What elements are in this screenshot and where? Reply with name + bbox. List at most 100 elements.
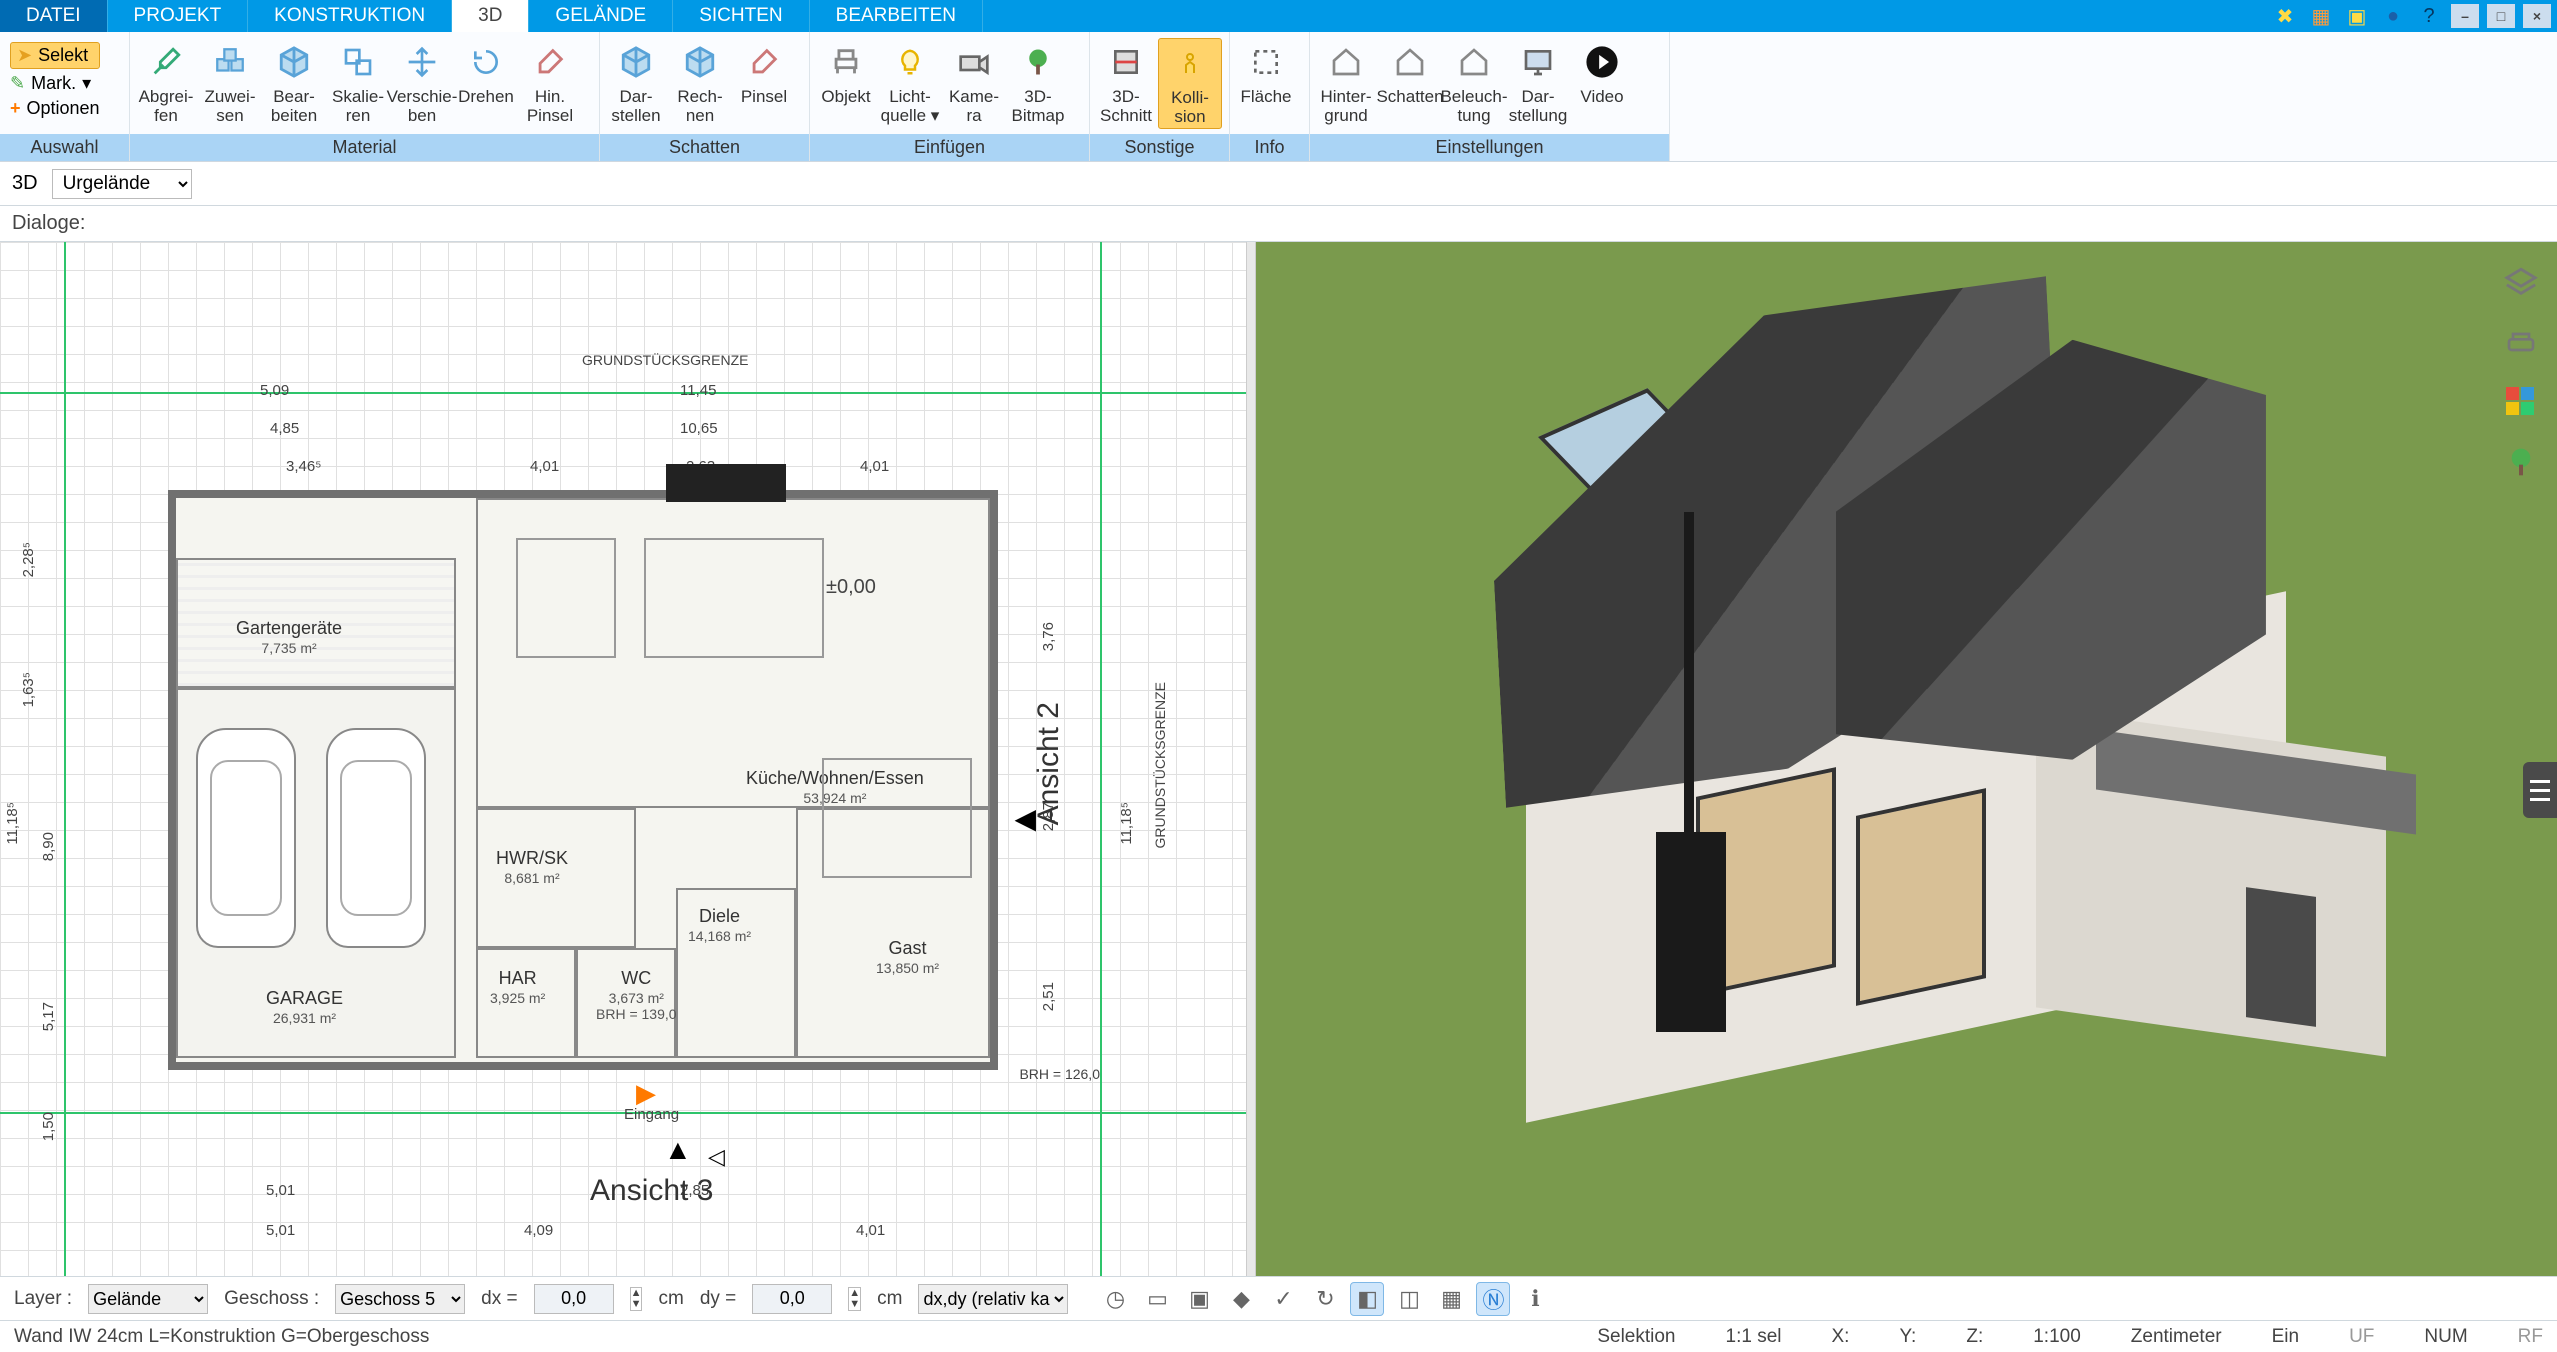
side-tools [2495, 262, 2547, 482]
solid-icon[interactable]: ◧ [1350, 1282, 1384, 1316]
unit-cm: cm [877, 1288, 902, 1310]
tools-icon[interactable]: ✖ [2271, 2, 2299, 30]
menu-datei[interactable]: DATEI [0, 0, 108, 32]
layer-select[interactable]: Urgelände [52, 169, 192, 199]
einst-btn-3[interactable]: Dar-stellung [1506, 38, 1570, 127]
house-3d [1376, 272, 2396, 1172]
dim: 4,01 [530, 458, 559, 475]
einst-btn-1[interactable]: Schatten [1378, 38, 1442, 109]
pencil-icon: ✎ [10, 73, 25, 94]
menu-projekt[interactable]: PROJEKT [108, 0, 249, 32]
side-drawer-handle[interactable] [2523, 762, 2557, 818]
pane-2d[interactable]: GRUNDSTÜCKSGRENZE GRUNDSTÜCKSGRENZE 5,09… [0, 242, 1246, 1276]
einfuegen-btn-3[interactable]: 3D-Bitmap [1006, 38, 1070, 127]
coord-mode[interactable]: dx,dy (relativ ka [918, 1284, 1068, 1314]
einst-btn-4[interactable]: Video [1570, 38, 1634, 109]
play-icon [1580, 40, 1624, 84]
plus-icon: + [10, 98, 21, 119]
material-btn-0[interactable]: Abgrei-fen [134, 38, 198, 127]
boundary-label: GRUNDSTÜCKSGRENZE [582, 352, 748, 368]
menu-bearbeiten[interactable]: BEARBEITEN [810, 0, 983, 32]
furniture-tool-icon[interactable] [2501, 322, 2541, 362]
status-x: X: [1831, 1326, 1849, 1348]
material-btn-2[interactable]: Bear-beiten [262, 38, 326, 127]
layers-tool-icon[interactable] [2501, 262, 2541, 302]
einfuegen-btn-1[interactable]: Licht-quelle ▾ [878, 38, 942, 127]
layers2-icon[interactable]: ◆ [1224, 1282, 1258, 1316]
house-icon [1452, 40, 1496, 84]
minimize-button[interactable]: – [2451, 4, 2479, 28]
pane-splitter[interactable] [1246, 242, 1256, 1276]
car-icon [196, 728, 296, 948]
material-btn-3[interactable]: Skalie-ren [326, 38, 390, 127]
status-uf: UF [2349, 1326, 2374, 1348]
entrance-arrow-icon: ▶ [636, 1078, 656, 1109]
ribbon: ➤ Selekt ✎ Mark.▾ + Optionen Auswahl Abg… [0, 32, 2557, 162]
material-btn-5[interactable]: Drehen [454, 38, 518, 109]
history-icon[interactable]: ◷ [1098, 1282, 1132, 1316]
status-bar: Wand IW 24cm L=Konstruktion G=Obergescho… [0, 1320, 2557, 1352]
sections-icon[interactable]: ▭ [1140, 1282, 1174, 1316]
group-schatten: Schatten [600, 134, 809, 161]
room-diele: Diele14,168 m² [688, 906, 751, 944]
layers-icon[interactable]: ▣ [2343, 2, 2371, 30]
sonstige-btn-1[interactable]: Kolli-sion [1158, 38, 1222, 129]
dim: 1,63⁵ [20, 672, 37, 707]
zero-level: ±0,00 [826, 576, 876, 599]
cube-icon [678, 40, 722, 84]
floor-plan[interactable]: Gartengeräte7,735 m² GARAGE26,931 m² HWR… [168, 490, 998, 1070]
maximize-button[interactable]: □ [2487, 4, 2515, 28]
optionen-button[interactable]: + Optionen [10, 98, 100, 119]
schatten-btn-1[interactable]: Rech-nen [668, 38, 732, 127]
close-button[interactable]: × [2523, 4, 2551, 28]
north-icon[interactable]: Ⓝ [1476, 1282, 1510, 1316]
car-icon [326, 728, 426, 948]
dx-spinner[interactable]: ▲▼ [630, 1287, 643, 1311]
einfuegen-btn-2[interactable]: Kame-ra [942, 38, 1006, 127]
sonstige-btn-0[interactable]: 3D-Schnitt [1094, 38, 1158, 127]
group-info: Info [1230, 134, 1309, 161]
help-icon[interactable]: ? [2415, 2, 2443, 30]
cubes-icon [208, 40, 252, 84]
dim: 5,01 [266, 1182, 295, 1199]
dim: 4,85 [270, 420, 299, 437]
dy-input[interactable] [752, 1284, 832, 1314]
material-btn-4[interactable]: Verschie-ben [390, 38, 454, 127]
group-auswahl: Auswahl [0, 134, 129, 161]
plant-tool-icon[interactable] [2501, 442, 2541, 482]
camera-icon[interactable]: ▣ [1182, 1282, 1216, 1316]
brush-icon [528, 40, 572, 84]
layer-combo[interactable]: Gelände [88, 1284, 208, 1314]
grid-icon[interactable]: ▦ [1434, 1282, 1468, 1316]
material-tool-icon[interactable] [2501, 382, 2541, 422]
check-icon[interactable]: ✓ [1266, 1282, 1300, 1316]
refresh-icon[interactable]: ↻ [1308, 1282, 1342, 1316]
geschoss-label: Geschoss : [224, 1288, 319, 1310]
bulb-icon [888, 40, 932, 84]
material-btn-1[interactable]: Zuwei-sen [198, 38, 262, 127]
unit-cm: cm [658, 1288, 683, 1310]
material-btn-6[interactable]: Hin.Pinsel [518, 38, 582, 127]
sub-bar: 3D Urgelände [0, 162, 2557, 206]
einst-btn-0[interactable]: Hinter-grund [1314, 38, 1378, 127]
globe-icon[interactable]: ● [2379, 2, 2407, 30]
schatten-btn-2[interactable]: Pinsel [732, 38, 796, 109]
info2-icon[interactable]: ℹ [1518, 1282, 1552, 1316]
wire-icon[interactable]: ◫ [1392, 1282, 1426, 1316]
dy-spinner[interactable]: ▲▼ [848, 1287, 861, 1311]
status-scale: 1:100 [2033, 1326, 2081, 1348]
geschoss-combo[interactable]: Geschoss 5 [335, 1284, 465, 1314]
menu-sichten[interactable]: SICHTEN [673, 0, 809, 32]
dx-input[interactable] [534, 1284, 614, 1314]
info-btn-0[interactable]: Fläche [1234, 38, 1298, 109]
save-icon[interactable]: ▦ [2307, 2, 2335, 30]
menu-konstruktion[interactable]: KONSTRUKTION [248, 0, 452, 32]
pane-3d[interactable] [1256, 242, 2557, 1276]
menu-gelaende[interactable]: GELÄNDE [529, 0, 673, 32]
einfuegen-btn-0[interactable]: Objekt [814, 38, 878, 109]
selekt-button[interactable]: ➤ Selekt [10, 42, 100, 69]
einst-btn-2[interactable]: Beleuch-tung [1442, 38, 1506, 127]
schatten-btn-0[interactable]: Dar-stellen [604, 38, 668, 127]
mark-button[interactable]: ✎ Mark.▾ [10, 73, 100, 94]
menu-3d[interactable]: 3D [452, 0, 529, 32]
